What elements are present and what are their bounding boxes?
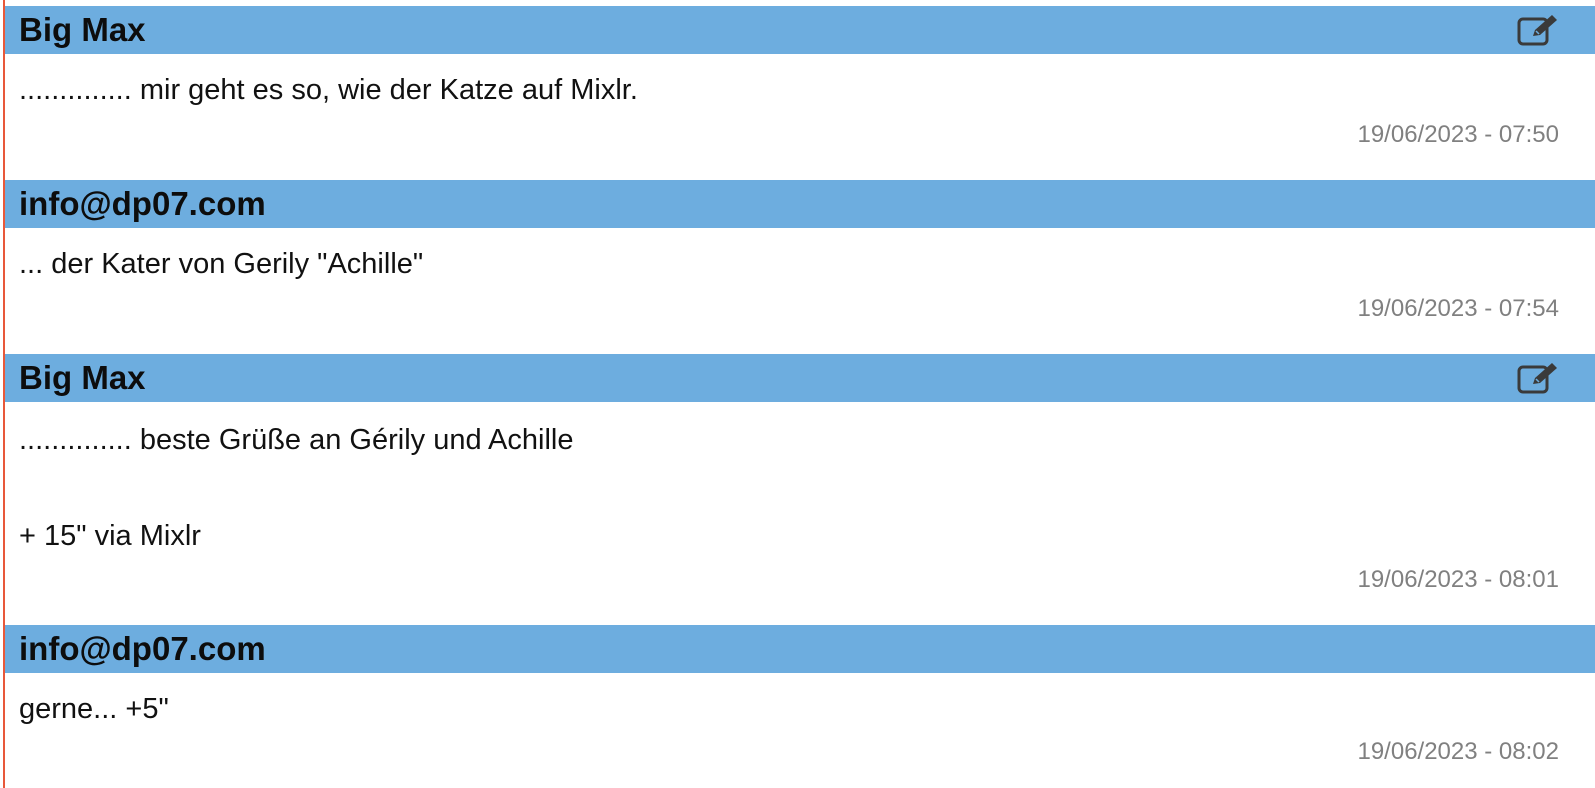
- post-timestamp: 19/06/2023 - 08:02: [1357, 738, 1559, 765]
- post-header: info@dp07.com: [5, 180, 1595, 228]
- post-entry: info@dp07.com ... der Kater von Gerily "…: [5, 180, 1595, 354]
- post-header: Big Max: [5, 6, 1595, 54]
- post-feed: Big Max .............. mir geht es so, w…: [5, 6, 1595, 783]
- post-text: .............. mir geht es so, wie der K…: [19, 74, 638, 106]
- post-entry: Big Max .............. beste Grüße an Gé…: [5, 354, 1595, 625]
- post-text: gerne... +5": [19, 693, 169, 725]
- post-text: ... der Kater von Gerily "Achille": [19, 248, 424, 280]
- post-author: info@dp07.com: [19, 185, 266, 222]
- post-entry: info@dp07.com gerne... +5" 19/06/2023 - …: [5, 625, 1595, 783]
- post-text: .............. beste Grüße an Gérily und…: [19, 424, 574, 456]
- edit-pencil-icon[interactable]: [1517, 13, 1559, 47]
- post-text: + 15" via Mixlr: [19, 520, 201, 552]
- edit-pencil-icon[interactable]: [1517, 361, 1559, 395]
- post-body: .............. mir geht es so, wie der K…: [5, 54, 1595, 180]
- post-author: info@dp07.com: [19, 630, 266, 667]
- post-timestamp: 19/06/2023 - 08:01: [1357, 566, 1559, 593]
- post-body: gerne... +5" 19/06/2023 - 08:02: [5, 673, 1595, 783]
- post-timestamp: 19/06/2023 - 07:54: [1357, 295, 1559, 322]
- post-timestamp: 19/06/2023 - 07:50: [1357, 121, 1559, 148]
- post-entry: Big Max .............. mir geht es so, w…: [5, 6, 1595, 180]
- post-author: Big Max: [19, 11, 146, 48]
- post-header: info@dp07.com: [5, 625, 1595, 673]
- post-body: ... der Kater von Gerily "Achille" 19/06…: [5, 228, 1595, 354]
- post-body: .............. beste Grüße an Gérily und…: [5, 402, 1595, 625]
- post-author: Big Max: [19, 359, 146, 396]
- post-header: Big Max: [5, 354, 1595, 402]
